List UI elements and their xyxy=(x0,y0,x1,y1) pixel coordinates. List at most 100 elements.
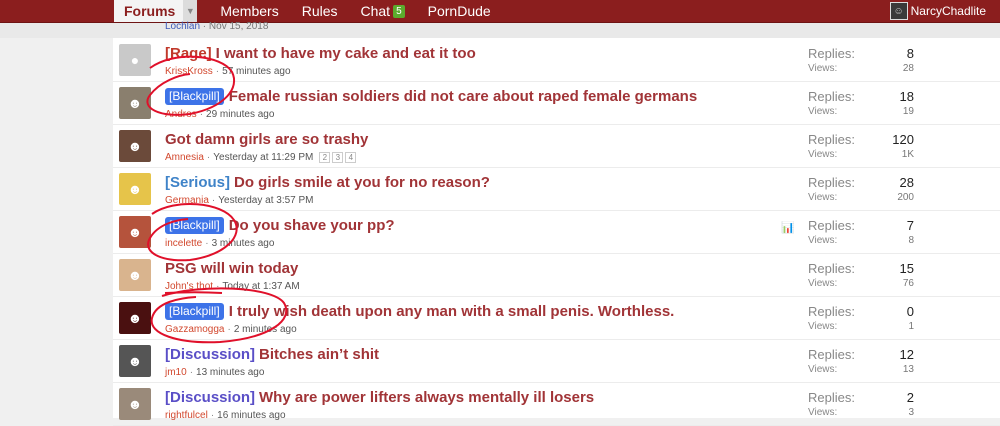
views-count: 76 xyxy=(902,278,914,289)
thread-meta: incelette · 3 minutes ago xyxy=(165,238,274,249)
thread-author[interactable]: jm10 xyxy=(165,367,187,378)
thread-row[interactable]: ☻ [Discussion] Why are power lifters alwa… xyxy=(113,382,1000,426)
thread-prefix[interactable]: [Discussion] xyxy=(165,389,255,406)
thread-author[interactable]: Amnesia xyxy=(165,152,204,163)
thread-time[interactable]: 16 minutes ago xyxy=(217,410,285,421)
avatar[interactable]: ☻ xyxy=(119,87,151,119)
replies-label: Replies: xyxy=(808,46,855,61)
thread-list: ● [Rage] I want to have my cake and eat i… xyxy=(113,38,1000,426)
thread-meta: KrissKross · 57 minutes ago xyxy=(165,66,291,77)
replies-count: 28 xyxy=(899,175,914,190)
avatar[interactable]: ☻ xyxy=(119,216,151,248)
bar-chart-icon: 📊 xyxy=(781,222,795,234)
nav-tab-members[interactable]: Members xyxy=(220,3,278,19)
user-menu[interactable]: ☺ NarcyChadlite xyxy=(889,2,986,20)
thread-author[interactable]: John's thot xyxy=(165,281,213,292)
thread-row[interactable]: ☻ [Discussion] Bitches ain’t shit jm10 · … xyxy=(113,339,1000,383)
thread-title[interactable]: Female russian soldiers did not care abo… xyxy=(229,88,698,105)
thread-author[interactable]: Andros xyxy=(165,109,197,120)
previous-row-meta: Lochlan · Nov 15, 2018 xyxy=(165,21,269,32)
page-links: 234 xyxy=(319,152,358,163)
thread-title[interactable]: I truly wish death upon any man with a s… xyxy=(229,303,675,320)
views-count: 200 xyxy=(897,192,914,203)
thread-row[interactable]: ☻ [Blackpill] Do you shave your pp? incel… xyxy=(113,210,1000,254)
thread-title[interactable]: Why are power lifters always mentally il… xyxy=(259,389,594,406)
thread-prefix[interactable]: [Rage] xyxy=(165,45,212,62)
thread-row[interactable]: ☻ Got damn girls are so trashy Amnesia ·… xyxy=(113,124,1000,168)
thread-prefix-badge[interactable]: [Blackpill] xyxy=(165,217,224,234)
thread-stats: Replies: 2 Views: 3 xyxy=(808,390,914,418)
page-link[interactable]: 3 xyxy=(332,152,344,163)
meta-separator: · xyxy=(211,195,216,206)
thread-time[interactable]: 13 minutes ago xyxy=(196,367,264,378)
thread-stats: Replies: 7 Views: 8 xyxy=(808,218,914,246)
thread-prefix[interactable]: [Discussion] xyxy=(165,346,255,363)
nav-tab-porndude[interactable]: PornDude xyxy=(428,3,491,19)
nav-tab-rules[interactable]: Rules xyxy=(302,3,338,19)
thread-author[interactable]: rightfulcel xyxy=(165,410,208,421)
thread-stats: Replies: 15 Views: 76 xyxy=(808,261,914,289)
thread-prefix-badge[interactable]: [Blackpill] xyxy=(165,88,224,105)
thread-prefix-badge[interactable]: [Blackpill] xyxy=(165,303,224,320)
thread-row[interactable]: ☻ [Blackpill] I truly wish death upon any… xyxy=(113,296,1000,340)
page-link[interactable]: 2 xyxy=(319,152,331,163)
nav-tab-forums[interactable]: Forums ▼ xyxy=(114,0,198,22)
views-count: 1 xyxy=(908,321,914,332)
thread-time[interactable]: Today at 1:37 AM xyxy=(222,281,299,292)
thread-title[interactable]: Do you shave your pp? xyxy=(229,217,395,234)
avatar[interactable]: ☻ xyxy=(119,345,151,377)
avatar[interactable]: ☻ xyxy=(119,302,151,334)
thread-row[interactable]: ☻ [Blackpill] Female russian soldiers did… xyxy=(113,81,1000,125)
thread-time[interactable]: 3 minutes ago xyxy=(212,238,275,249)
thread-title[interactable]: Bitches ain’t shit xyxy=(259,346,379,363)
views-label: Views: xyxy=(808,149,838,160)
thread-row[interactable]: ☻ [Serious] Do girls smile at you for no … xyxy=(113,167,1000,211)
thread-author[interactable]: KrissKross xyxy=(165,66,213,77)
views-label: Views: xyxy=(808,235,838,246)
thread-title-line: [Serious] Do girls smile at you for no re… xyxy=(165,174,490,191)
replies-label: Replies: xyxy=(808,261,855,276)
replies-count: 15 xyxy=(899,261,914,276)
thread-time[interactable]: 2 minutes ago xyxy=(234,324,297,335)
thread-title[interactable]: PSG will win today xyxy=(165,260,298,277)
thread-title-line: [Blackpill] Do you shave your pp? xyxy=(165,217,395,234)
thread-title-line: [Rage] I want to have my cake and eat it … xyxy=(165,45,476,62)
nav-tab-chat[interactable]: Chat 5 xyxy=(361,3,405,19)
avatar[interactable]: ☻ xyxy=(119,259,151,291)
thread-title[interactable]: Do girls smile at you for no reason? xyxy=(234,174,490,191)
meta-separator: · xyxy=(216,281,220,292)
thread-author[interactable]: Gazzamogga xyxy=(165,324,224,335)
previous-row-fragment: Lochlan · Nov 15, 2018 xyxy=(0,21,1000,38)
thread-title[interactable]: I want to have my cake and eat it too xyxy=(216,45,476,62)
thread-author[interactable]: incelette xyxy=(165,238,202,249)
thread-author[interactable]: Germania xyxy=(165,195,209,206)
avatar[interactable]: ● xyxy=(119,44,151,76)
thread-row[interactable]: ● [Rage] I want to have my cake and eat i… xyxy=(113,38,1000,82)
previous-row-author[interactable]: Lochlan xyxy=(165,21,200,32)
thread-meta: Germania · Yesterday at 3:57 PM xyxy=(165,195,314,206)
thread-title[interactable]: Got damn girls are so trashy xyxy=(165,131,368,148)
nav-tab-chat-label: Chat xyxy=(360,3,391,19)
thread-time[interactable]: 57 minutes ago xyxy=(222,66,290,77)
thread-time[interactable]: 29 minutes ago xyxy=(206,109,274,120)
meta-separator: · xyxy=(206,152,211,163)
thread-prefix[interactable]: [Serious] xyxy=(165,174,230,191)
thread-time[interactable]: Yesterday at 3:57 PM xyxy=(218,195,313,206)
avatar[interactable]: ☻ xyxy=(119,173,151,205)
views-label: Views: xyxy=(808,321,838,332)
chat-count-badge: 5 xyxy=(393,4,405,18)
main-nav: Forums ▼ Members Rules Chat 5 PornDude xyxy=(114,0,514,22)
avatar[interactable]: ☻ xyxy=(119,388,151,420)
thread-stats: Replies: 0 Views: 1 xyxy=(808,304,914,332)
replies-count: 2 xyxy=(906,390,914,405)
views-count: 1K xyxy=(901,149,914,160)
replies-label: Replies: xyxy=(808,347,855,362)
views-count: 19 xyxy=(902,106,914,117)
page-link[interactable]: 4 xyxy=(345,152,357,163)
views-label: Views: xyxy=(808,407,838,418)
thread-row[interactable]: ☻ PSG will win today John's thot · Today… xyxy=(113,253,1000,297)
views-count: 13 xyxy=(902,364,914,375)
chevron-down-icon[interactable]: ▼ xyxy=(183,0,198,22)
thread-time[interactable]: Yesterday at 11:29 PM xyxy=(213,152,313,163)
avatar[interactable]: ☻ xyxy=(119,130,151,162)
